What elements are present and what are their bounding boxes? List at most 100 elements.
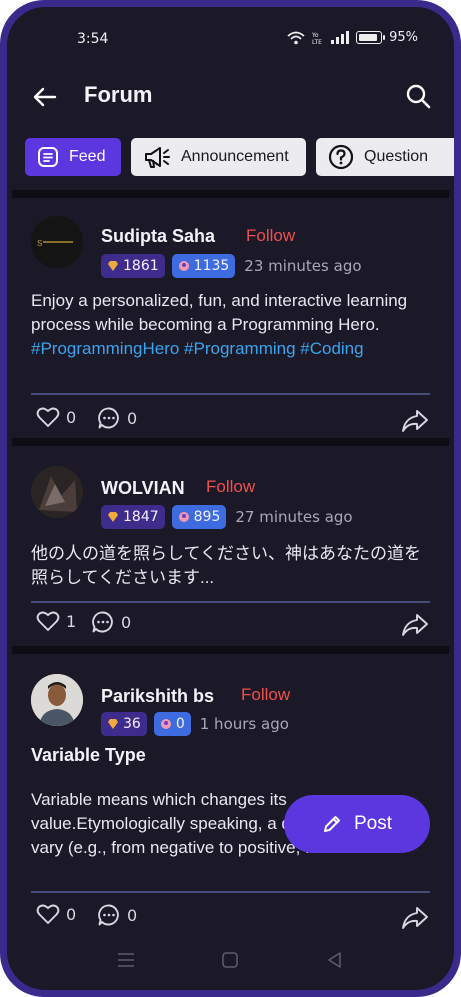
like-count: 0 — [66, 904, 77, 924]
avatar[interactable] — [31, 674, 83, 726]
post-card: S Sudipta Saha Follow 1861 1135 23 minut… — [12, 198, 449, 438]
post-actions: 1 0 — [31, 610, 430, 640]
tab-announcement[interactable]: Announcement — [131, 138, 306, 176]
user-badges: 1847 895 27 minutes ago — [101, 505, 353, 529]
heart-icon — [36, 904, 60, 924]
page-title: Forum — [84, 82, 153, 107]
post-time: 27 minutes ago — [235, 508, 353, 526]
avatar[interactable]: S — [31, 216, 83, 268]
avatar[interactable] — [31, 466, 83, 518]
post-separator — [31, 393, 430, 395]
system-nav-bar — [7, 941, 454, 981]
post-author[interactable]: Sudipta Saha — [101, 226, 215, 247]
post-separator — [31, 891, 430, 893]
back-triangle-icon[interactable] — [324, 949, 346, 971]
hero-icon — [160, 719, 171, 729]
share-icon[interactable] — [400, 610, 430, 640]
post-text: Enjoy a personalized, fun, and interacti… — [31, 291, 408, 334]
gem-icon — [108, 261, 118, 271]
gem-count: 36 — [123, 716, 141, 732]
like-count: 1 — [66, 611, 77, 631]
app-screen: 3:54 Yo LTE 95% Forum Feed Announcement … — [7, 7, 454, 990]
follow-button[interactable]: Follow — [206, 477, 255, 497]
post-hashtags[interactable]: #ProgrammingHero #Programming #Coding — [31, 339, 364, 358]
post-title[interactable]: Variable Type — [31, 745, 146, 766]
share-icon[interactable] — [400, 406, 430, 436]
app-header: Forum — [7, 69, 454, 125]
like-button[interactable]: 0 — [36, 903, 76, 925]
heart-icon — [36, 407, 60, 427]
xp-count: 895 — [193, 509, 221, 525]
post-body[interactable]: 他の人の道を照らしてください、神はあなたの道を照らしてくださいます... — [31, 542, 436, 590]
wifi-icon — [287, 31, 305, 44]
post-card: WOLVIAN Follow 1847 895 27 minutes ago 他… — [12, 446, 449, 646]
question-icon — [328, 144, 354, 170]
post-actions: 0 0 — [31, 903, 430, 933]
menu-icon[interactable] — [115, 949, 137, 971]
tab-bar: Feed Announcement Question — [25, 138, 454, 178]
tab-feed-label: Feed — [69, 148, 106, 165]
xp-badge: 1135 — [171, 254, 236, 278]
xp-count: 1135 — [193, 258, 230, 274]
comment-icon — [92, 611, 113, 633]
post-author[interactable]: Parikshith bs — [101, 686, 214, 707]
tab-question-label: Question — [364, 148, 429, 165]
comment-count: 0 — [127, 408, 138, 428]
comment-icon — [98, 904, 119, 926]
comment-count: 0 — [121, 612, 132, 632]
comment-button[interactable]: 0 — [97, 406, 137, 430]
like-button[interactable]: 1 — [36, 610, 76, 632]
post-body[interactable]: Enjoy a personalized, fun, and interacti… — [31, 289, 436, 361]
megaphone-icon — [145, 147, 170, 168]
battery-icon — [356, 31, 386, 44]
battery-percent: 95% — [389, 30, 418, 45]
gem-badge: 1847 — [101, 505, 165, 529]
gem-badge: 1861 — [101, 254, 165, 278]
pencil-icon — [323, 816, 340, 832]
tab-feed[interactable]: Feed — [25, 138, 121, 176]
document-icon — [38, 147, 58, 167]
gem-badge: 36 — [101, 712, 147, 736]
user-badges: 36 0 1 hours ago — [101, 712, 289, 736]
xp-badge: 895 — [171, 505, 227, 529]
phone-frame: 3:54 Yo LTE 95% Forum Feed Announcement … — [0, 0, 461, 997]
follow-button[interactable]: Follow — [246, 226, 295, 246]
gem-icon — [108, 512, 118, 522]
tab-question[interactable]: Question — [316, 138, 454, 176]
tab-announcement-label: Announcement — [181, 148, 289, 165]
section-divider — [12, 646, 449, 654]
comment-count: 0 — [127, 905, 138, 925]
post-actions: 0 0 — [31, 406, 430, 436]
post-time: 23 minutes ago — [244, 257, 362, 275]
follow-button[interactable]: Follow — [241, 685, 290, 705]
section-divider — [12, 438, 449, 446]
post-text: 他の人の道を照らしてください、神はあなたの道を照らしてくださいます... — [31, 544, 421, 587]
post-author[interactable]: WOLVIAN — [101, 478, 185, 499]
comment-icon — [98, 407, 119, 429]
post-time: 1 hours ago — [199, 715, 289, 733]
xp-badge: 0 — [153, 712, 191, 736]
comment-button[interactable]: 0 — [91, 610, 131, 634]
home-icon[interactable] — [219, 949, 241, 971]
gem-count: 1847 — [123, 509, 159, 525]
new-post-button[interactable]: Post — [284, 795, 430, 853]
avatar-photo-icon — [31, 466, 83, 518]
like-button[interactable]: 0 — [36, 406, 76, 428]
hero-icon — [178, 512, 189, 522]
xp-count: 0 — [175, 716, 185, 732]
volte-icon: Yo LTE — [312, 32, 322, 45]
heart-icon — [36, 611, 60, 631]
share-icon[interactable] — [400, 903, 430, 933]
search-icon[interactable] — [404, 82, 432, 110]
like-count: 0 — [66, 407, 77, 427]
back-arrow-icon[interactable] — [31, 83, 59, 111]
signal-icon — [331, 31, 350, 44]
gem-count: 1861 — [123, 258, 159, 274]
post-separator — [31, 601, 430, 603]
new-post-label: Post — [353, 813, 393, 834]
section-divider — [12, 190, 449, 198]
avatar-photo-icon — [31, 674, 83, 726]
svg-text:LTE: LTE — [312, 39, 322, 45]
comment-button[interactable]: 0 — [97, 903, 137, 927]
avatar-logo-icon: S — [31, 216, 83, 268]
